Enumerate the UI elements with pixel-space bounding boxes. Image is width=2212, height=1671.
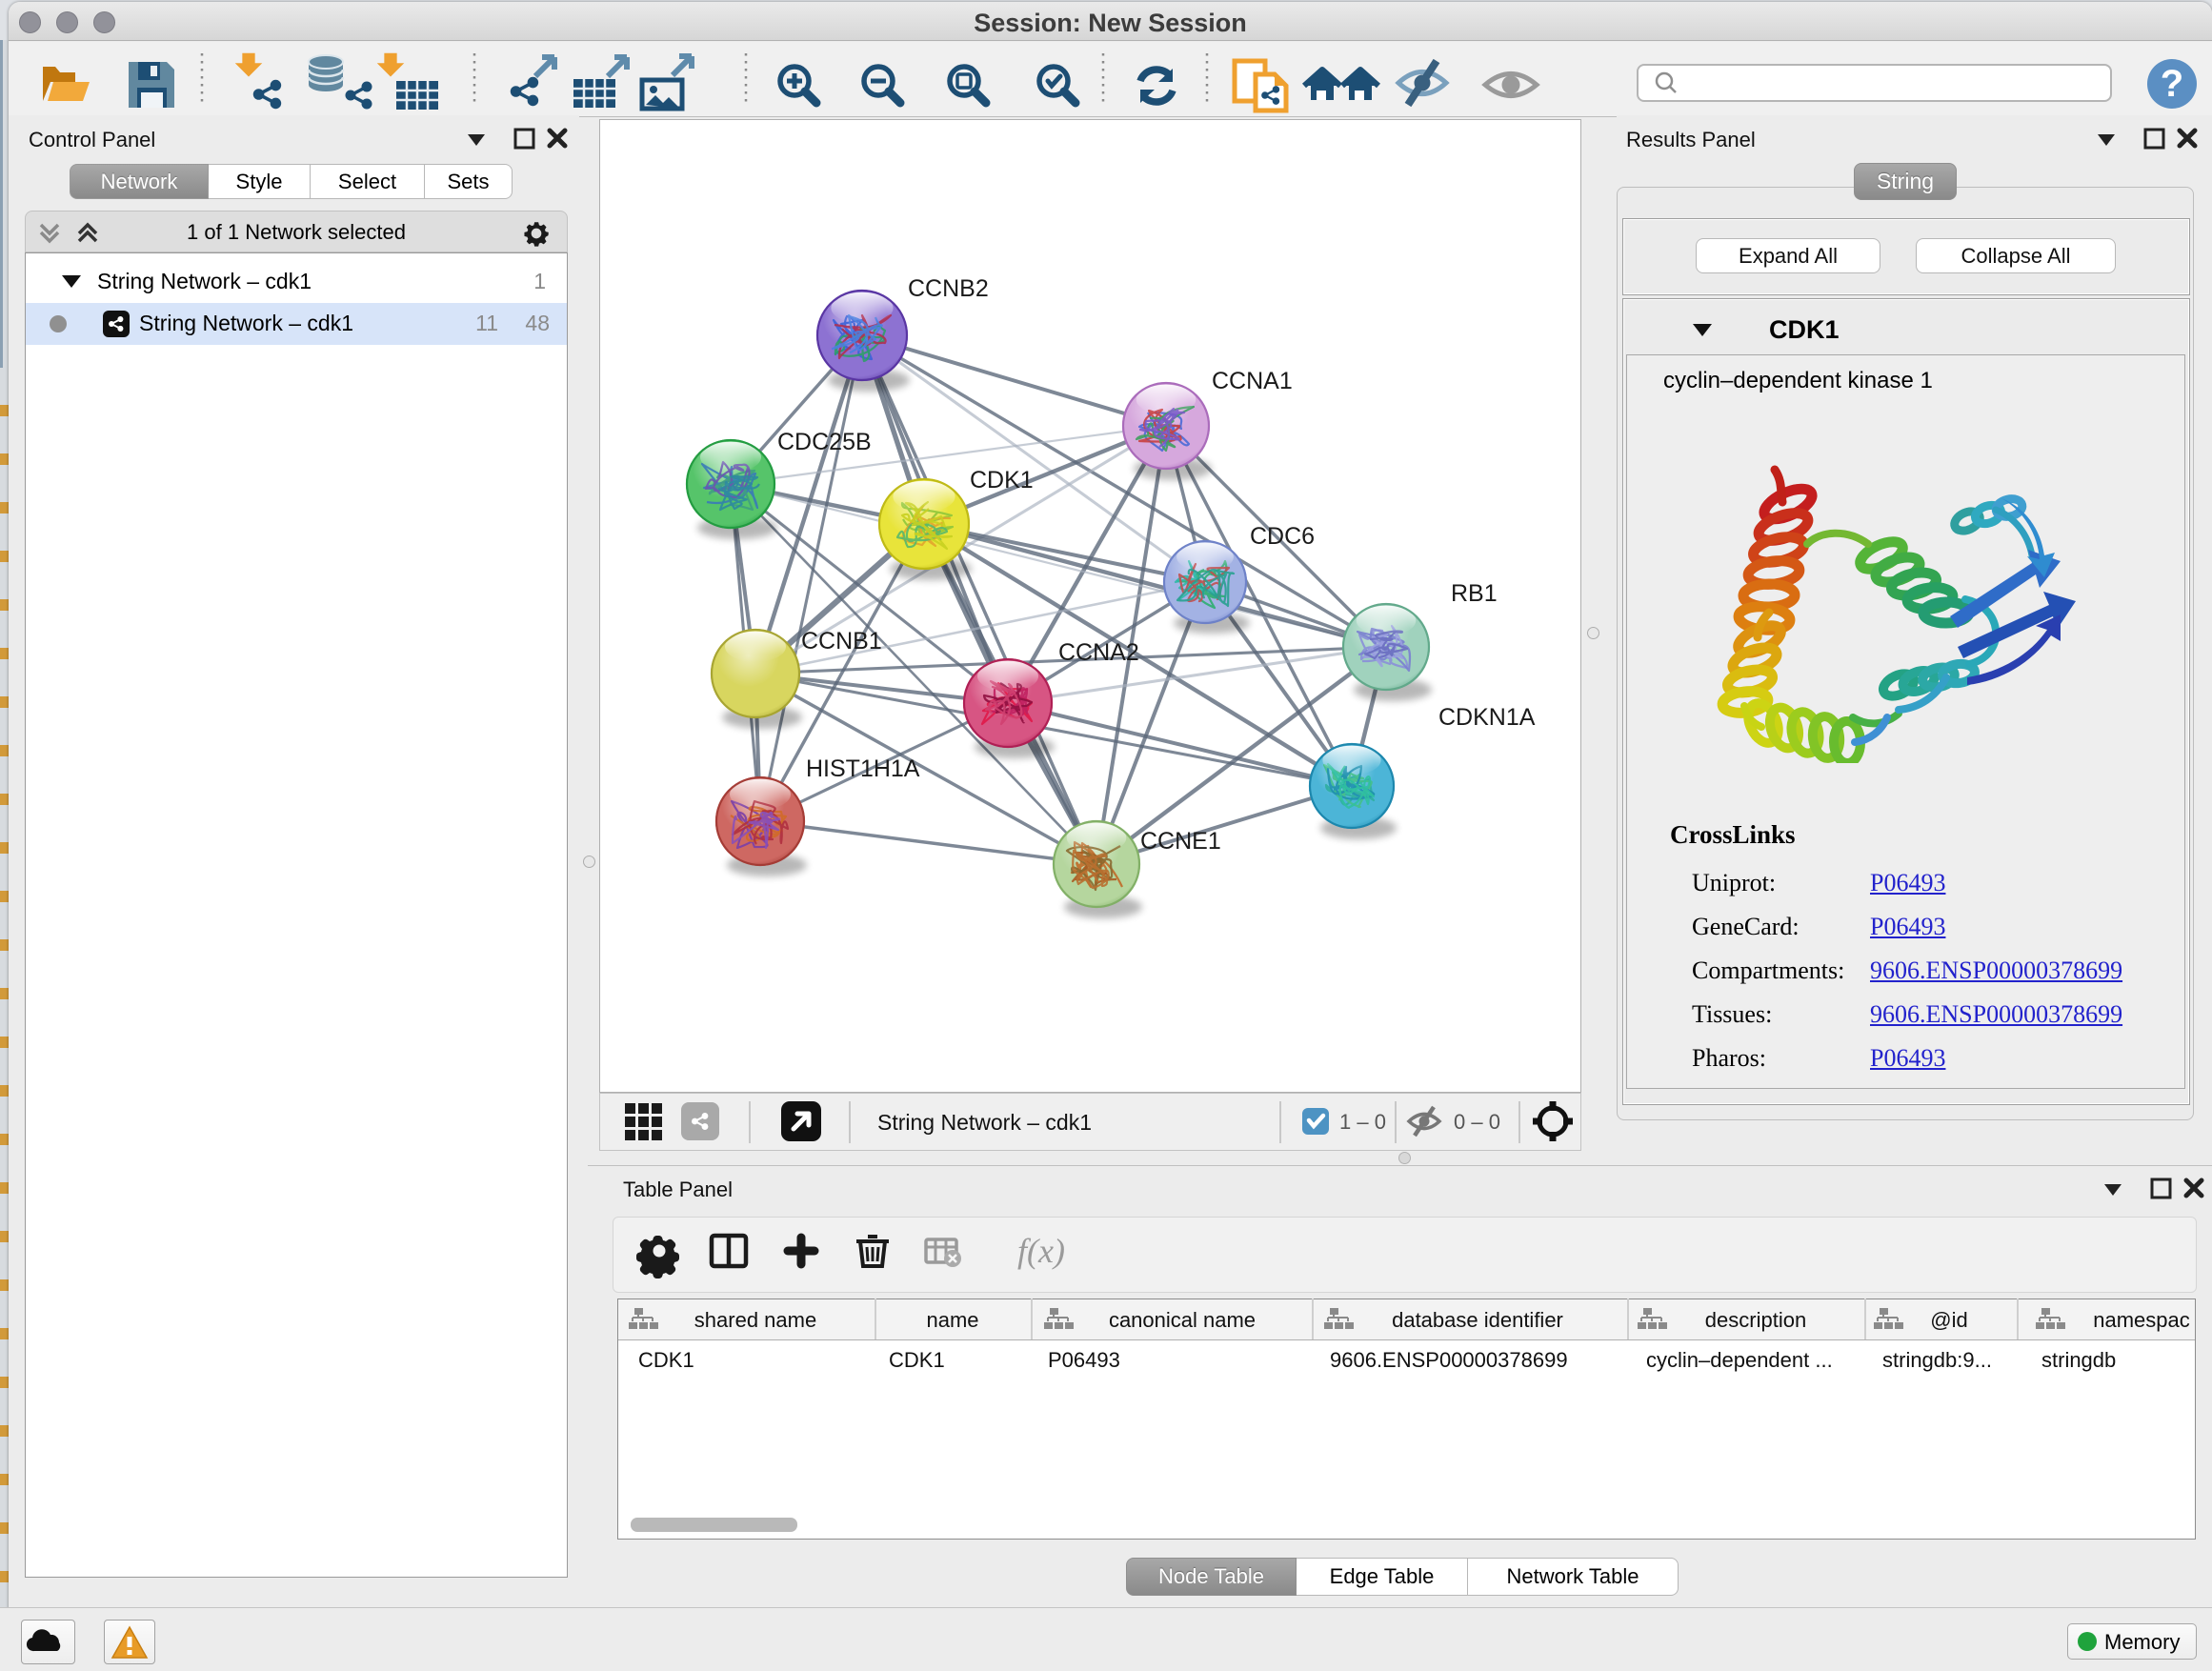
- svg-text:cyclin–dependent ...: cyclin–dependent ...: [1646, 1348, 1833, 1372]
- svg-text:?: ?: [2161, 63, 2183, 105]
- svg-text:0 – 0: 0 – 0: [1454, 1110, 1500, 1134]
- svg-text:1 – 0: 1 – 0: [1339, 1110, 1386, 1134]
- svg-text:database identifier: database identifier: [1392, 1308, 1563, 1332]
- svg-text:HIST1H1A: HIST1H1A: [806, 755, 920, 782]
- svg-text:@id: @id: [1930, 1308, 1967, 1332]
- svg-text:f(x): f(x): [1017, 1232, 1065, 1270]
- svg-text:CCNA2: CCNA2: [1058, 639, 1139, 666]
- svg-text:P06493: P06493: [1048, 1348, 1120, 1372]
- svg-text:String Network – cdk1: String Network – cdk1: [877, 1110, 1092, 1135]
- svg-text:stringdb:9...: stringdb:9...: [1882, 1348, 1992, 1372]
- svg-text:shared name: shared name: [694, 1308, 816, 1332]
- svg-text:name: name: [926, 1308, 978, 1332]
- svg-text:CCNE1: CCNE1: [1140, 828, 1221, 855]
- svg-text:CCNA1: CCNA1: [1212, 368, 1293, 394]
- svg-text:9606.ENSP00000378699: 9606.ENSP00000378699: [1330, 1348, 1568, 1372]
- svg-text:CCNB2: CCNB2: [908, 275, 989, 302]
- svg-text:CDKN1A: CDKN1A: [1438, 704, 1536, 731]
- svg-text:description: description: [1705, 1308, 1806, 1332]
- svg-text:namespac: namespac: [2093, 1308, 2190, 1332]
- svg-text:CDK1: CDK1: [970, 467, 1034, 493]
- svg-text:CDK1: CDK1: [889, 1348, 945, 1372]
- svg-text:canonical name: canonical name: [1109, 1308, 1256, 1332]
- svg-text:CDK1: CDK1: [638, 1348, 694, 1372]
- svg-text:RB1: RB1: [1451, 580, 1498, 607]
- svg-text:CDC25B: CDC25B: [777, 429, 872, 455]
- svg-text:stringdb: stringdb: [2041, 1348, 2116, 1372]
- svg-text:CDC6: CDC6: [1250, 523, 1315, 550]
- svg-text:CCNB1: CCNB1: [801, 628, 882, 654]
